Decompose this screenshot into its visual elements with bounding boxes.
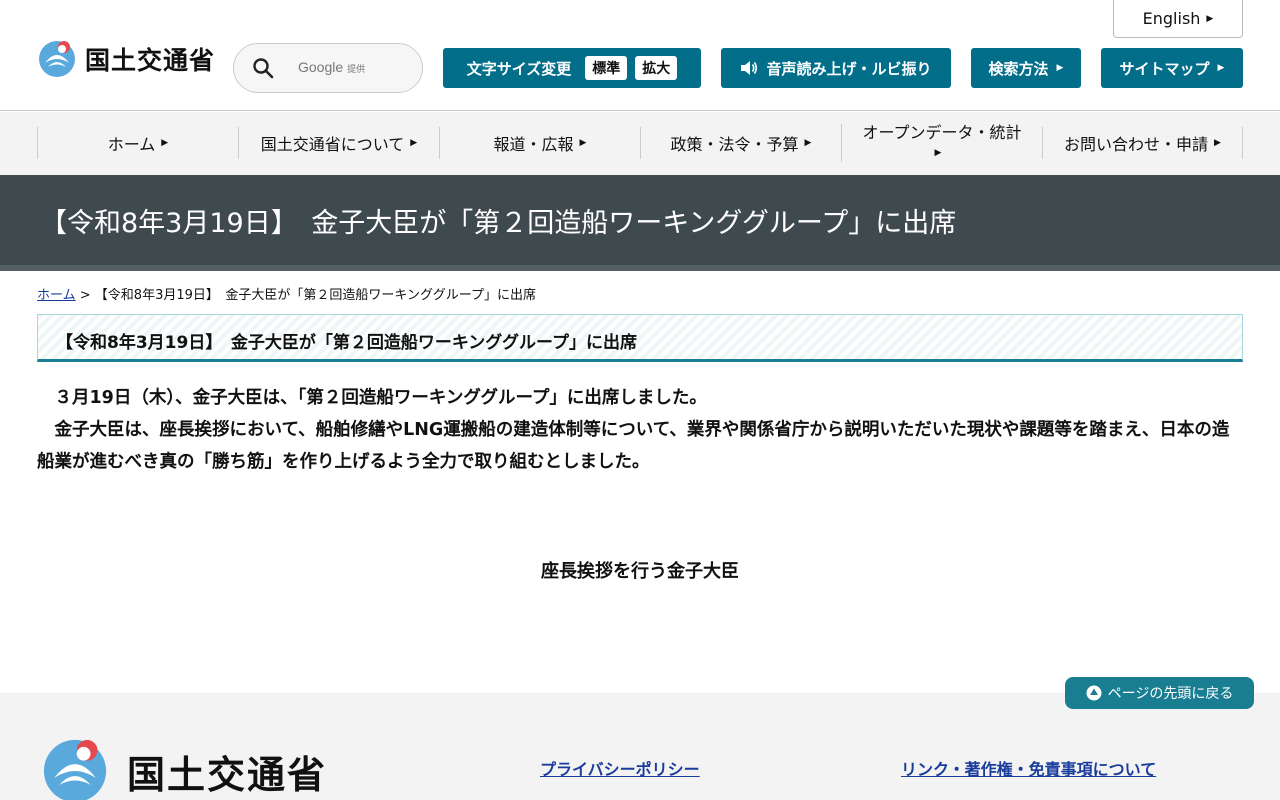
footer-logo-text: 国土交通省 [127,752,328,797]
breadcrumb: ホーム > 【令和8年3月19日】 金子大臣が「第２回造船ワーキンググループ」に… [37,284,536,303]
speech-ruby-button[interactable]: 音声読み上げ・ルビ振り [721,48,951,88]
font-size-standard-button[interactable]: 標準 [585,56,628,80]
paragraph: ３月19日（木）、金子大臣は、「第２回造船ワーキンググループ」に出席しました。 [37,388,707,408]
chevron-right-icon: ▶ [1206,13,1214,24]
chevron-right-icon: ▶ [579,138,587,148]
chevron-right-icon: ▶ [934,148,942,158]
privacy-policy-link[interactable]: プライバシーポリシー [540,756,700,780]
page-title-banner: 【令和8年3月19日】 金子大臣が「第２回造船ワーキンググループ」に出席 [0,175,1280,271]
chevron-right-icon: ▶ [161,138,169,148]
font-size-label: 文字サイズ変更 [466,59,572,78]
footer-logo[interactable]: 国土交通省 [37,733,327,800]
page-title: 【令和8年3月19日】 金子大臣が「第２回造船ワーキンググループ」に出席 [40,208,957,239]
nav-item-label: 報道・広報 [493,135,574,154]
breadcrumb-current: 【令和8年3月19日】 金子大臣が「第２回造船ワーキンググループ」に出席 [94,288,536,303]
site-logo[interactable]: 国土交通省 [37,37,215,81]
speech-ruby-label: 音声読み上げ・ルビ振り [766,59,932,78]
link-copyright-link[interactable]: リンク・著作権・免責事項について [901,756,1156,780]
chevron-right-icon: ▶ [410,138,418,148]
font-size-large-button[interactable]: 拡大 [635,56,678,80]
global-nav: ホーム ▶ 国土交通省について ▶ 報道・広報 ▶ 政策・法令・予算 ▶ オープンデータ… [0,112,1280,175]
arrow-up-circle-icon [1086,685,1102,701]
paragraph: 金子大臣は、座長挨拶において、船舶修繕やLNG運搬船の建造体制等について、業界や… [37,420,1230,472]
section-heading-box: 【令和8年3月19日】 金子大臣が「第２回造船ワーキンググループ」に出席 [37,314,1243,362]
nav-item-label: 政策・法令・予算 [670,135,799,154]
logo-text: 国土交通省 [85,46,216,75]
section-heading: 【令和8年3月19日】 金子大臣が「第２回造船ワーキンググループ」に出席 [56,333,637,353]
breadcrumb-home-link[interactable]: ホーム [37,288,76,303]
nav-item-about[interactable]: 国土交通省について ▶ [238,127,439,159]
mlit-logo-icon [43,739,107,800]
mlit-logo-icon [39,41,75,77]
speaker-icon [741,61,758,75]
english-label: English [1142,9,1201,28]
search-method-button[interactable]: 検索方法 ▶ [971,48,1081,88]
chevron-right-icon: ▶ [1056,63,1064,73]
nav-item-label: ホーム [107,135,156,154]
nav-item-press[interactable]: 報道・広報 ▶ [439,127,640,159]
article-body: ３月19日（木）、金子大臣は、「第２回造船ワーキンググループ」に出席しました。 … [37,382,1243,478]
site-header: English ▶ 国土交通省 Google 提供 文字サイズ変更 標準 拡大 音… [0,0,1280,111]
nav-item-label: 国土交通省について [260,135,405,154]
nav-item-label: オープンデータ・統計 [862,123,1022,142]
photo-caption: 座長挨拶を行う金子大臣 [541,561,739,582]
sitemap-label: サイトマップ [1119,59,1210,78]
nav-item-label: お問い合わせ・申請 [1064,135,1209,154]
back-to-top-button[interactable]: ページの先頭に戻る [1065,677,1254,709]
english-button[interactable]: English ▶ [1113,0,1243,38]
nav-item-contact[interactable]: お問い合わせ・申請 ▶ [1042,127,1243,159]
nav-item-open-data[interactable]: オープンデータ・統計 ▶ [841,123,1042,162]
google-search-label: Google 提供 [298,59,366,75]
chevron-right-icon: ▶ [804,138,812,148]
sitemap-button[interactable]: サイトマップ ▶ [1101,48,1243,88]
nav-item-policy[interactable]: 政策・法令・予算 ▶ [640,127,841,159]
site-search-box[interactable]: Google 提供 [233,43,423,93]
back-to-top-label: ページの先頭に戻る [1107,686,1234,702]
search-method-label: 検索方法 [988,59,1049,78]
site-footer: 国土交通省 プライバシーポリシー リンク・著作権・免責事項について [0,693,1280,800]
breadcrumb-separator: > [75,288,95,303]
nav-item-home[interactable]: ホーム ▶ [37,127,238,159]
chevron-right-icon: ▶ [1214,138,1221,148]
chevron-right-icon: ▶ [1217,63,1225,73]
search-icon[interactable] [252,57,274,79]
font-size-control: 文字サイズ変更 標準 拡大 [443,48,701,88]
